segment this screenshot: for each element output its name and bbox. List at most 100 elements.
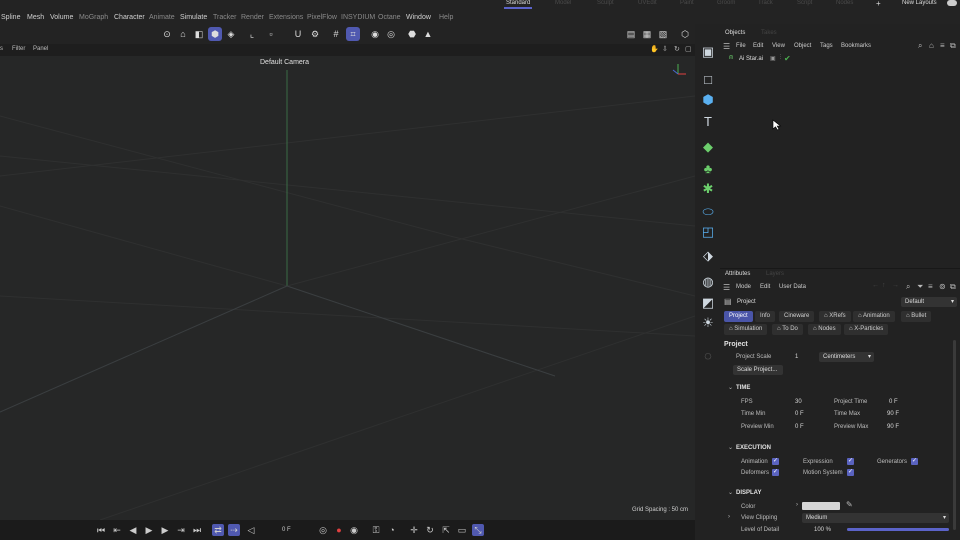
field-icon[interactable]: ◰ [699, 223, 717, 241]
attr-filter-icon[interactable]: ⏷ [917, 282, 923, 292]
axis-icon[interactable]: ⌞ [245, 27, 259, 41]
effector-icon[interactable]: ✱ [699, 180, 717, 198]
environment-icon[interactable]: ◍ [699, 273, 717, 291]
sound-icon[interactable]: ◁ [245, 524, 257, 536]
objects-menu-icon[interactable]: ☰ [723, 42, 730, 51]
settings-gear-icon[interactable]: ⚙ [308, 27, 322, 41]
render-queue-icon[interactable]: ⬡ [678, 27, 692, 41]
objects-menu-view[interactable]: View [772, 43, 785, 49]
object-row[interactable]: ⍝ Ai Star.ai ▣ ⋮ ✔ [724, 53, 960, 65]
select-rect-icon[interactable]: □ [699, 70, 717, 88]
fps-value[interactable]: 30 [795, 399, 802, 405]
home-icon[interactable]: ⌂ [929, 41, 934, 50]
go-to-end-icon[interactable]: ⏭ [191, 524, 203, 536]
clock-icon[interactable]: ◔ [386, 524, 398, 536]
deformers-checkbox[interactable]: ✓ [772, 469, 779, 476]
cloner-icon[interactable]: ♣ [699, 159, 717, 177]
tab-animation[interactable]: ⌂ Animation [853, 311, 895, 322]
layout-tab-standard[interactable]: Standard [504, 0, 533, 9]
attr-list-icon[interactable]: ≡ [928, 282, 933, 291]
viewport-dolly-icon[interactable]: ⇩ [662, 45, 668, 53]
snap-grid-icon[interactable]: # [329, 27, 343, 41]
render-settings-icon[interactable]: ▧ [656, 27, 670, 41]
attr-menu-edit[interactable]: Edit [760, 284, 770, 290]
generator-icon[interactable]: ◆ [699, 138, 717, 156]
viewport-menu-panel[interactable]: Panel [33, 46, 48, 52]
menu-insydium[interactable]: INSYDIUM [341, 14, 375, 21]
attr-menu-icon[interactable]: ☰ [723, 283, 730, 292]
viewport-rotate-icon[interactable]: ↻ [674, 45, 680, 53]
object-editor-visibility-icon[interactable]: ▣ [770, 55, 776, 62]
prev-key-icon[interactable]: ⇤ [111, 524, 123, 536]
chevron-down-icon[interactable]: ⌄ [728, 444, 733, 451]
objects-menu-tags[interactable]: Tags [820, 43, 833, 49]
project-scale-unit-dropdown[interactable]: Centimeters ▾ [819, 352, 874, 362]
viewport-menu-filter[interactable]: Filter [12, 46, 25, 52]
menu-simulate[interactable]: Simulate [180, 14, 207, 21]
menu-pixelflow[interactable]: PixelFlow [307, 14, 337, 21]
viewport-menu-view[interactable]: s [0, 46, 3, 52]
object-enabled-check-icon[interactable]: ✔ [784, 54, 791, 63]
eyedropper-icon[interactable]: ✎ [846, 500, 853, 509]
key-icon[interactable]: ⚿ [370, 524, 382, 536]
forward-arrow-icon[interactable]: → [892, 282, 899, 289]
rotate-key-icon[interactable]: ↻ [424, 524, 436, 536]
tab-objects[interactable]: Objects [725, 30, 745, 36]
attr-menu-userdata[interactable]: User Data [779, 284, 806, 290]
layout-tab-script[interactable]: Script [797, 0, 812, 6]
layout-tab-sculpt[interactable]: Sculpt [597, 0, 614, 6]
tab-info[interactable]: Info [755, 311, 776, 322]
section-execution[interactable]: EXECUTION [736, 445, 771, 451]
menu-help[interactable]: Help [439, 14, 453, 21]
search-icon[interactable]: ⌕ [918, 41, 922, 51]
menu-mesh[interactable]: Mesh [27, 14, 44, 21]
tab-layers[interactable]: Layers [766, 271, 784, 277]
tab-xrefs[interactable]: ⌂ XRefs [819, 311, 851, 322]
menu-character[interactable]: Character [114, 14, 145, 21]
menu-octane[interactable]: Octane [378, 14, 401, 21]
loop-icon[interactable]: ⇄ [212, 524, 224, 536]
attr-search-icon[interactable]: ⌕ [906, 282, 910, 292]
layout-tab-nodes[interactable]: Nodes [836, 0, 853, 6]
color-swatch[interactable] [802, 502, 840, 510]
workplane-icon[interactable]: ▫ [264, 27, 278, 41]
3d-viewport[interactable]: Default Camera Grid Spacing : 50 cm [0, 56, 695, 520]
tag-icon[interactable]: ◌ [699, 346, 717, 364]
camera-label[interactable]: Default Camera [260, 59, 309, 66]
live-selection-icon[interactable]: ⊙ [160, 27, 174, 41]
section-time[interactable]: TIME [736, 385, 750, 391]
clapboard-icon[interactable]: ▤ [624, 27, 638, 41]
objects-menu-object[interactable]: Object [794, 43, 811, 49]
layout-tab-track[interactable]: Track [758, 0, 773, 6]
menu-render[interactable]: Render [241, 14, 264, 21]
deformer-icon[interactable]: ⬭ [699, 203, 717, 221]
attr-new-icon[interactable]: ⧉ [950, 282, 956, 292]
go-to-start-icon[interactable]: ⏮ [95, 524, 107, 536]
object-render-dots-icon[interactable]: ⋮ [778, 54, 783, 60]
preview-min-value[interactable]: 0 F [795, 424, 804, 430]
preset-dropdown[interactable]: Default ▾ [901, 297, 957, 307]
time-min-value[interactable]: 0 F [795, 411, 804, 417]
objects-menu-file[interactable]: File [736, 43, 746, 49]
tab-attributes[interactable]: Attributes [725, 271, 750, 277]
menu-window[interactable]: Window [406, 14, 431, 21]
tab-takes[interactable]: Takes [761, 30, 777, 36]
section-display[interactable]: DISPLAY [736, 490, 761, 496]
tab-cineware[interactable]: Cineware [779, 311, 815, 322]
prev-frame-icon[interactable]: ◀ [127, 524, 139, 536]
light-icon[interactable]: ☀ [699, 314, 717, 332]
new-layouts-button[interactable]: New Layouts [902, 0, 937, 6]
insydium-icon[interactable]: ▲ [421, 27, 435, 41]
spline-pen-icon[interactable]: ⬗ [699, 247, 717, 265]
lod-value[interactable]: 100 % [814, 527, 831, 533]
snap-active-icon[interactable]: ⌗ [346, 27, 360, 41]
menu-extensions[interactable]: Extensions [269, 14, 303, 21]
play-icon[interactable]: ▶ [143, 524, 155, 536]
objects-menu-edit[interactable]: Edit [753, 43, 763, 49]
scale-project-button[interactable]: Scale Project... [733, 365, 783, 375]
objects-menu-bookmarks[interactable]: Bookmarks [841, 43, 871, 49]
magnet-icon[interactable]: U [291, 27, 305, 41]
cube-icon[interactable]: ⬢ [699, 91, 717, 109]
solo-icon[interactable]: ◉ [368, 27, 382, 41]
generators-checkbox[interactable]: ✓ [911, 458, 918, 465]
